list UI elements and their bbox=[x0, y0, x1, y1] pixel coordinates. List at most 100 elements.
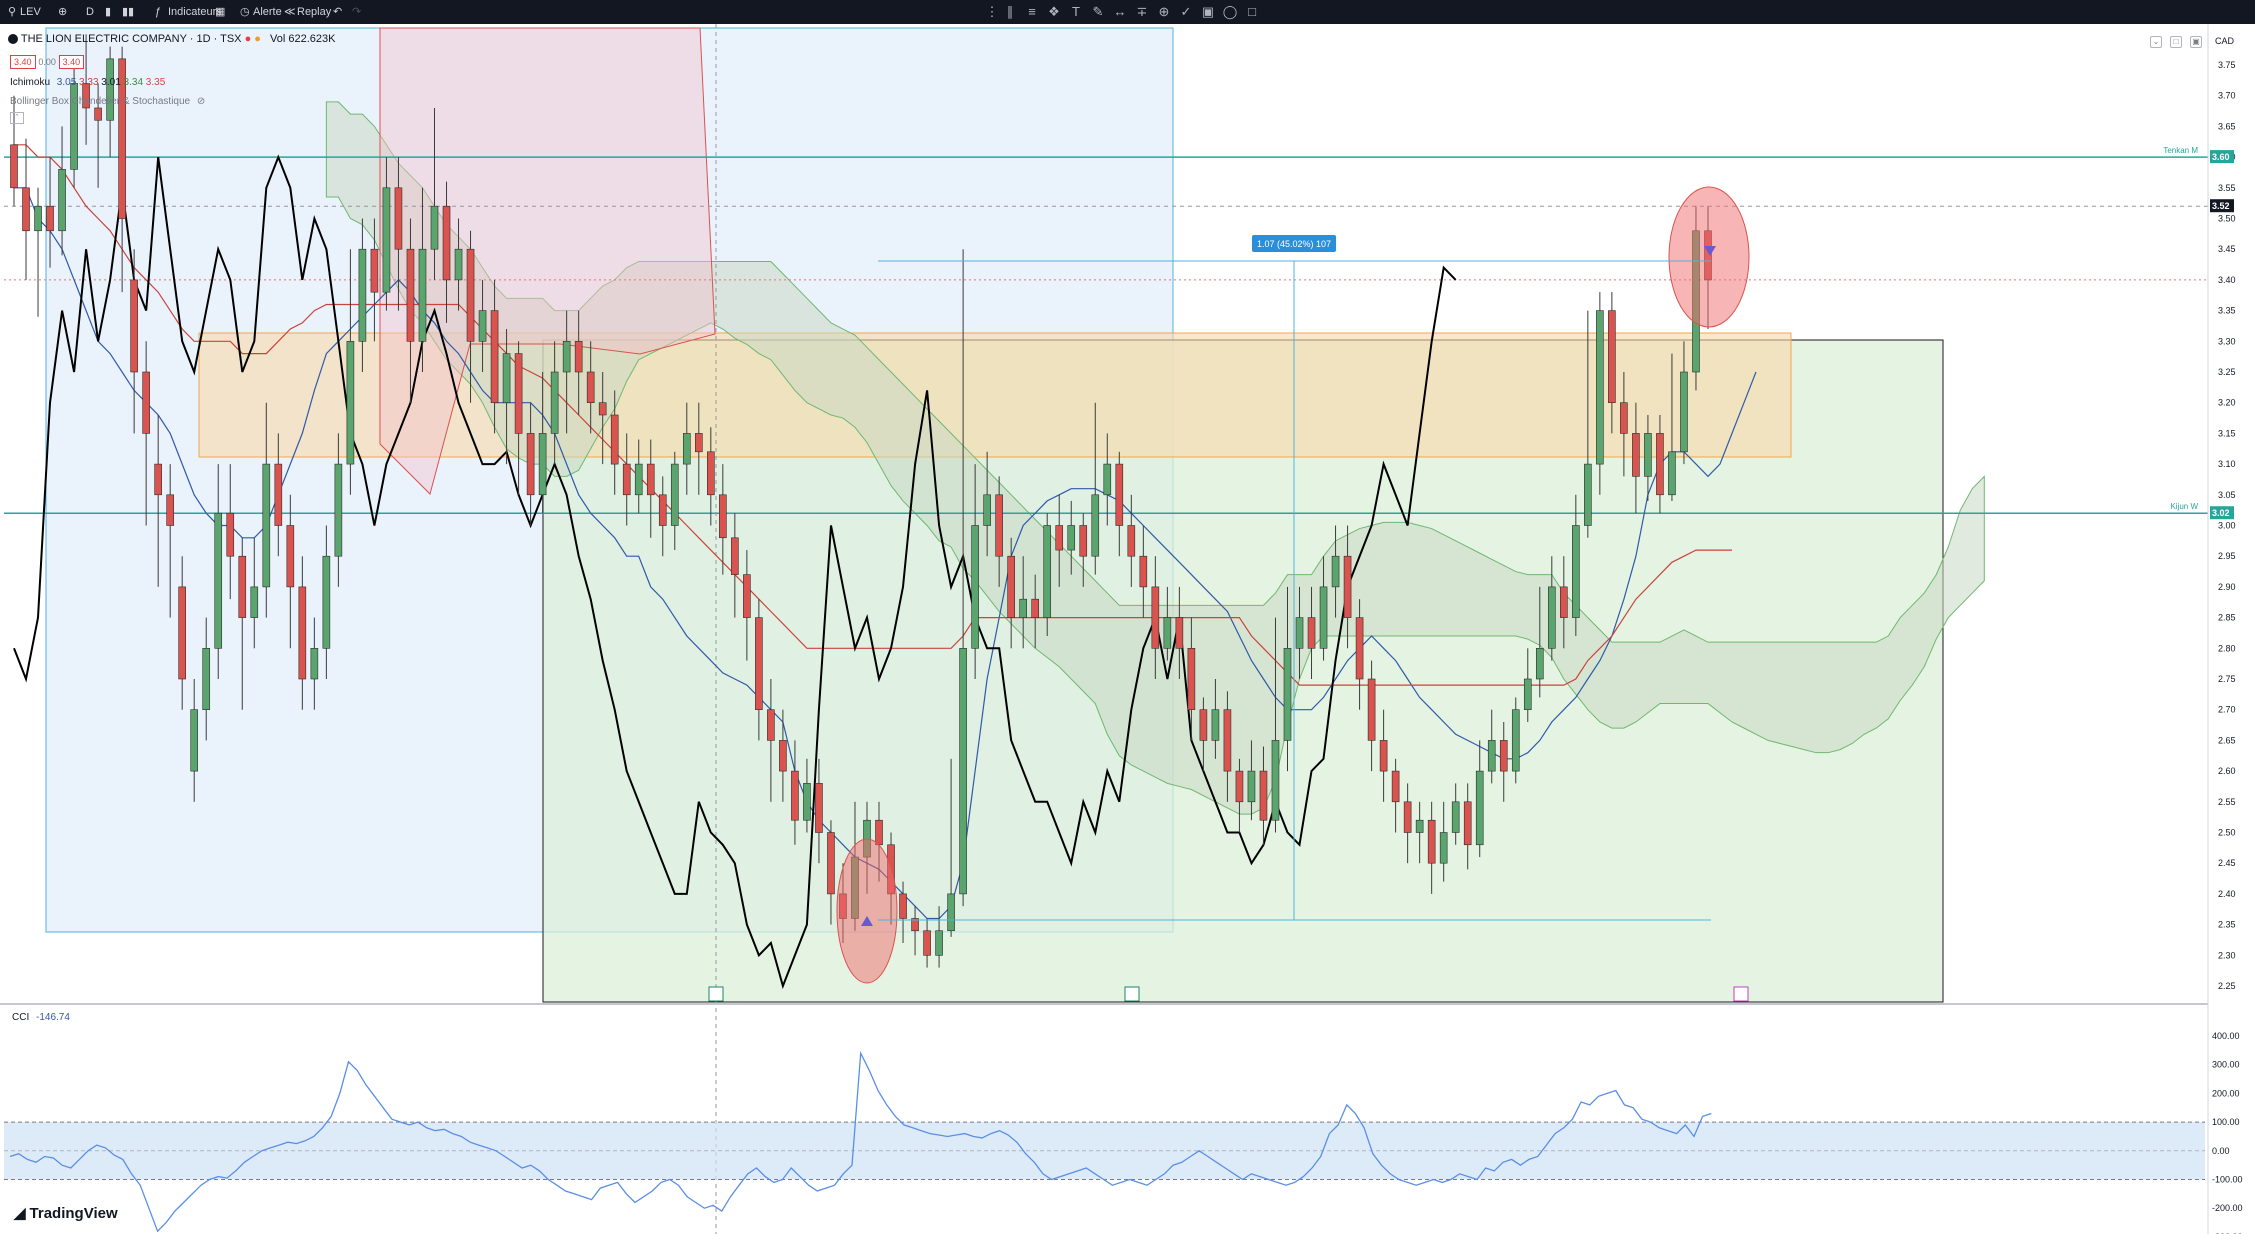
trash-icon[interactable]: ◯ bbox=[1220, 3, 1240, 21]
candle-body bbox=[1343, 555, 1352, 618]
replay-icon[interactable]: ≪ bbox=[284, 4, 296, 20]
candle-body bbox=[1307, 617, 1316, 649]
brand-logo[interactable]: ◢ TradingView bbox=[14, 1204, 118, 1222]
candle-body bbox=[370, 248, 379, 293]
candle-body bbox=[1175, 617, 1184, 649]
candle-body bbox=[1367, 678, 1376, 741]
candle-body bbox=[1596, 310, 1604, 465]
brush-icon[interactable]: ✎ bbox=[1088, 3, 1108, 21]
price-tick-label: 3.45 bbox=[2218, 244, 2236, 254]
candle-body bbox=[598, 402, 607, 416]
price-tick-label: 3.40 bbox=[2218, 275, 2236, 285]
undo-icon[interactable]: ↶ bbox=[333, 4, 342, 20]
price-badges: 3.40 0.00 3.40 bbox=[10, 55, 85, 69]
cci-tick-label: 400.00 bbox=[2212, 1031, 2240, 1041]
candle-body bbox=[1007, 555, 1015, 618]
candle-body bbox=[1331, 555, 1340, 588]
price-tick-label: 3.70 bbox=[2218, 91, 2236, 101]
earnings-marker-icon bbox=[708, 986, 724, 1002]
compare-plus-icon[interactable]: ⊕ bbox=[58, 4, 67, 20]
candle-body bbox=[682, 433, 691, 465]
maximize-icon[interactable]: □ bbox=[2170, 36, 2182, 48]
measure-icon[interactable]: ↔ bbox=[1110, 3, 1130, 21]
candle-body bbox=[1668, 451, 1676, 496]
redo-icon[interactable]: ↷ bbox=[352, 4, 361, 20]
price-tick-label: 2.85 bbox=[2218, 613, 2236, 623]
replay-button[interactable]: Replay bbox=[297, 4, 331, 20]
candle-body bbox=[310, 647, 319, 680]
candle-body bbox=[1620, 402, 1628, 434]
candle-body bbox=[935, 930, 943, 956]
candle-body bbox=[1572, 525, 1580, 618]
candle-body bbox=[106, 58, 114, 121]
candle-body bbox=[358, 248, 367, 342]
candle-body bbox=[1379, 740, 1388, 772]
alert-button[interactable]: Alerte bbox=[253, 4, 282, 20]
candle-body bbox=[1584, 463, 1592, 526]
bar-style-icon[interactable]: ▮ bbox=[105, 4, 111, 20]
candle-body bbox=[899, 893, 907, 919]
candle-style-icon[interactable]: ▮▮ bbox=[122, 4, 134, 20]
candle-body bbox=[166, 494, 174, 526]
candle-body bbox=[995, 494, 1003, 557]
collapse-legend-icon[interactable]: ˆ bbox=[10, 112, 24, 124]
candle-body bbox=[1560, 586, 1568, 618]
chart-area[interactable]: 1.07 (45.02%) 107 3.75 3.70 3.65 3.60 3.55 3.5… bbox=[0, 24, 2255, 1234]
volume-label: Vol 622.623K bbox=[270, 33, 336, 45]
hidden-eye-icon[interactable]: ⊘ bbox=[197, 96, 205, 107]
chevron-down-icon[interactable]: ⌄ bbox=[2150, 36, 2162, 48]
price-tick-label: 2.55 bbox=[2218, 797, 2236, 807]
candle-body bbox=[827, 832, 835, 895]
price-tick-label: 3.10 bbox=[2218, 459, 2236, 469]
trendline-icon[interactable]: ∥ bbox=[1000, 3, 1020, 21]
cci-tick-label: -200.00 bbox=[2212, 1203, 2243, 1213]
price-tick-label: 3.00 bbox=[2218, 521, 2236, 531]
candle-body bbox=[550, 371, 559, 434]
price-tick-label: 2.30 bbox=[2218, 950, 2236, 960]
status-dot-icon: ● bbox=[244, 33, 252, 45]
candle-body bbox=[1247, 770, 1256, 803]
cci-tick-label: 200.00 bbox=[2212, 1088, 2240, 1098]
candle-body bbox=[1223, 709, 1232, 772]
candle-body bbox=[670, 463, 679, 526]
restore-icon[interactable]: ▣ bbox=[2190, 36, 2202, 48]
interval-button[interactable]: D bbox=[86, 4, 94, 20]
price-tick-label: 3.15 bbox=[2218, 428, 2236, 438]
cursor-icon[interactable]: ⋮ bbox=[982, 3, 1002, 21]
sell-price-badge[interactable]: 3.40 bbox=[10, 55, 36, 69]
candle-body bbox=[719, 494, 727, 539]
price-tick-label: 3.25 bbox=[2218, 367, 2236, 377]
tradingview-logo-icon: ◢ bbox=[14, 1205, 26, 1222]
candle-body bbox=[923, 930, 931, 956]
magnet-icon[interactable]: ⊕ bbox=[1154, 3, 1174, 21]
candle-body bbox=[394, 187, 403, 250]
lock-icon[interactable]: ✓ bbox=[1176, 3, 1196, 21]
fib-icon[interactable]: ≡ bbox=[1022, 3, 1042, 21]
comment-icon[interactable]: □ bbox=[1242, 3, 1262, 21]
indicators-button[interactable]: Indicateurs bbox=[168, 4, 222, 20]
currency-label[interactable]: CAD bbox=[2215, 36, 2234, 46]
indicator2-legend: Bollinger Box Chandelier & Stochastique … bbox=[10, 96, 205, 107]
candle-body bbox=[502, 353, 511, 403]
candle-body bbox=[1091, 494, 1100, 557]
candle-body bbox=[1259, 770, 1268, 821]
candle-body bbox=[1548, 586, 1556, 649]
candle-body bbox=[298, 586, 307, 680]
pattern-icon[interactable]: ❖ bbox=[1044, 3, 1064, 21]
drawing-toolbar: ⋮ ∥ ≡ ❖ T ✎ ↔ ∓ ⊕ ✓ ▣ ◯ □ bbox=[982, 0, 1332, 24]
candle-body bbox=[1632, 433, 1640, 477]
templates-icon[interactable]: ▦ bbox=[215, 4, 225, 20]
indicators-icon[interactable]: ƒ bbox=[155, 4, 161, 20]
candle-body bbox=[1463, 801, 1472, 846]
candle-body bbox=[322, 555, 331, 649]
search-icon[interactable]: ⚲ bbox=[8, 4, 16, 20]
zoom-icon[interactable]: ∓ bbox=[1132, 3, 1152, 21]
text-icon[interactable]: T bbox=[1066, 3, 1086, 21]
cci-tick-label: -100.00 bbox=[2212, 1175, 2243, 1185]
eye-icon[interactable]: ▣ bbox=[1198, 3, 1218, 21]
candle-body bbox=[586, 371, 595, 404]
alarm-icon[interactable]: ◷ bbox=[240, 4, 250, 20]
symbol-button[interactable]: LEV bbox=[20, 4, 41, 20]
buy-price-badge[interactable]: 3.40 bbox=[58, 55, 85, 69]
candle-body bbox=[94, 107, 102, 121]
